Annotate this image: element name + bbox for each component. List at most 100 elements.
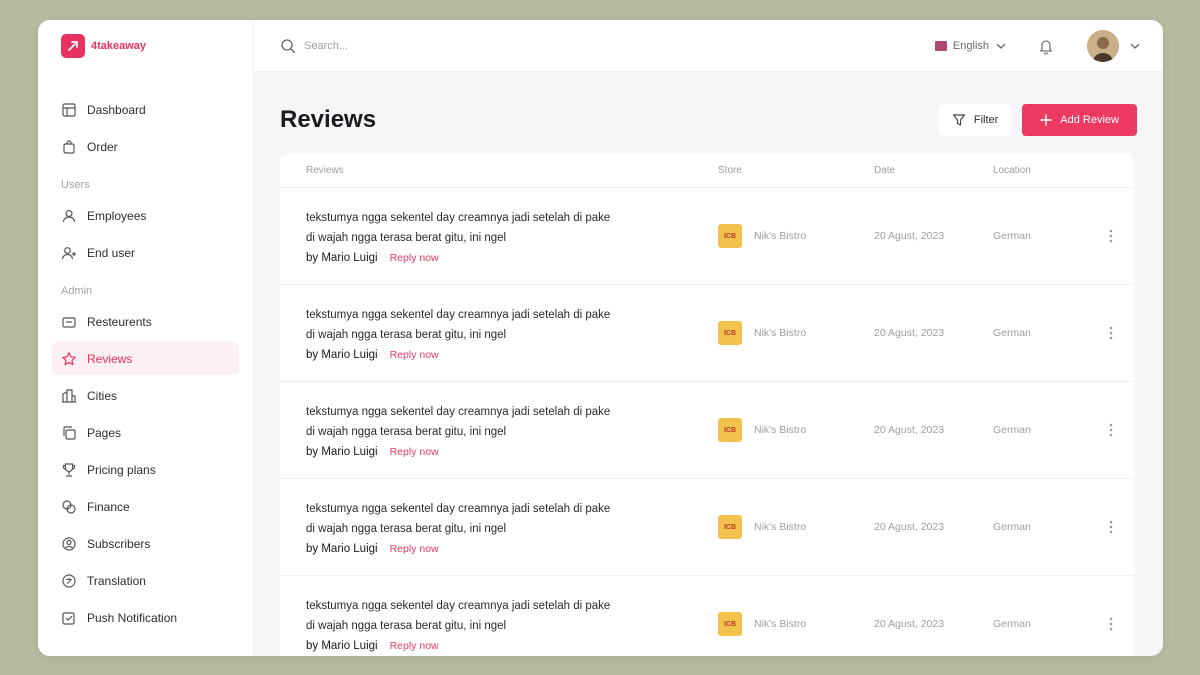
sidebar-item-reviews[interactable]: Reviews — [52, 342, 239, 375]
column-header-store[interactable]: Store — [718, 165, 874, 176]
review-location: German — [993, 521, 1031, 533]
store-name: Nik's Bistro — [754, 424, 807, 436]
table-row[interactable]: tekstumya ngga sekentel day creamnya jad… — [280, 479, 1134, 576]
row-actions[interactable] — [1088, 228, 1134, 244]
reply-now-link[interactable]: Reply now — [390, 543, 439, 555]
sidebar-item-translation[interactable]: Translation — [52, 564, 239, 597]
flag-icon — [934, 40, 947, 51]
bag-icon — [63, 139, 75, 154]
review-location: German — [993, 327, 1031, 339]
user-avatar-icon — [1087, 29, 1119, 62]
store-logo: ICB — [718, 612, 742, 636]
sidebar-item-finance[interactable]: Finance — [52, 490, 239, 523]
sidebar-item-label: Pages — [87, 425, 122, 440]
language-label: English — [952, 39, 989, 52]
app-window: 4takeaway Dashboard Order Users Employee… — [38, 20, 1163, 656]
account-chevron-down-icon[interactable] — [1129, 40, 1141, 52]
language-selector[interactable]: English — [934, 39, 1007, 52]
chevron-down-icon — [996, 43, 1006, 49]
sidebar-item-label: Cities — [87, 388, 118, 403]
sidebar-item-cities[interactable]: Cities — [52, 379, 239, 412]
store-cell: ICB Nik's Bistro — [718, 321, 874, 345]
review-text: tekstumya ngga sekentel day creamnya jad… — [306, 503, 611, 535]
review-author: by Mario Luigi — [306, 543, 378, 555]
filter-button[interactable]: Filter — [937, 104, 1013, 136]
user-icon — [62, 209, 76, 222]
row-actions[interactable] — [1088, 325, 1134, 341]
column-header-date[interactable]: Date — [874, 165, 993, 176]
review-meta: by Mario Luigi Reply now — [306, 446, 718, 458]
column-header-location[interactable]: Location — [993, 165, 1088, 176]
reply-now-link[interactable]: Reply now — [390, 446, 439, 458]
sidebar-item-subscribers[interactable]: Subscribers — [52, 527, 239, 560]
more-vertical-icon — [1109, 229, 1113, 243]
sidebar-item-dashboard[interactable]: Dashboard — [52, 93, 239, 126]
review-text: tekstumya ngga sekentel day creamnya jad… — [306, 309, 611, 341]
column-header-reviews[interactable]: Reviews — [280, 165, 718, 176]
table-row[interactable]: tekstumya ngga sekentel day creamnya jad… — [280, 188, 1134, 285]
reply-now-link[interactable]: Reply now — [390, 640, 439, 652]
subscribers-icon — [62, 536, 76, 551]
page-title: Reviews — [280, 106, 377, 133]
sidebar: 4takeaway Dashboard Order Users Employee… — [38, 20, 254, 656]
content: Reviews Filter Add Review Reviews Store … — [254, 72, 1163, 656]
review-text: tekstumya ngga sekentel day creamnya jad… — [306, 600, 611, 632]
review-meta: by Mario Luigi Reply now — [306, 252, 718, 264]
store-name: Nik's Bistro — [754, 618, 807, 630]
topbar: English — [254, 20, 1163, 72]
sidebar-item-pricing-plans[interactable]: Pricing plans — [52, 453, 239, 486]
store-cell: ICB Nik's Bistro — [718, 515, 874, 539]
add-review-label: Add Review — [1060, 114, 1119, 126]
reply-now-link[interactable]: Reply now — [390, 252, 439, 264]
more-vertical-icon — [1109, 326, 1113, 340]
sidebar-item-label: Resteurents — [87, 314, 152, 329]
sidebar-item-restaurants[interactable]: Resteurents — [52, 305, 239, 338]
search-input[interactable] — [304, 39, 544, 52]
brand[interactable]: 4takeaway — [52, 32, 239, 60]
avatar[interactable] — [1087, 29, 1119, 62]
row-actions[interactable] — [1088, 422, 1134, 438]
sidebar-item-push-notification[interactable]: Push Notification — [52, 601, 239, 634]
sidebar-item-label: Dashboard — [87, 102, 146, 117]
row-actions[interactable] — [1088, 616, 1134, 632]
sidebar-item-end-user[interactable]: End user — [52, 236, 239, 269]
add-review-button[interactable]: Add Review — [1022, 104, 1137, 136]
review-meta: by Mario Luigi Reply now — [306, 349, 718, 361]
star-icon — [62, 351, 76, 365]
review-author: by Mario Luigi — [306, 252, 378, 264]
review-text: tekstumya ngga sekentel day creamnya jad… — [306, 406, 611, 438]
review-location: German — [993, 230, 1031, 242]
sidebar-item-label: Pricing plans — [87, 462, 156, 477]
review-meta: by Mario Luigi Reply now — [306, 640, 718, 652]
plus-icon — [1040, 114, 1053, 126]
main-area: English Reviews Filter Add Review — [254, 20, 1163, 656]
finance-icon — [62, 499, 76, 514]
review-date: 20 Agust, 2023 — [874, 327, 945, 339]
review-author: by Mario Luigi — [306, 640, 378, 652]
row-actions[interactable] — [1088, 519, 1134, 535]
table-row[interactable]: tekstumya ngga sekentel day creamnya jad… — [280, 382, 1134, 479]
table-row[interactable]: tekstumya ngga sekentel day creamnya jad… — [280, 285, 1134, 382]
review-date: 20 Agust, 2023 — [874, 618, 945, 630]
section-label-admin: Admin — [61, 285, 93, 297]
trophy-icon — [62, 462, 76, 477]
store-logo: ICB — [718, 321, 742, 345]
reply-now-link[interactable]: Reply now — [390, 349, 439, 361]
notifications-button[interactable] — [1037, 37, 1055, 55]
sidebar-item-label: Push Notification — [87, 610, 178, 625]
sidebar-item-order[interactable]: Order — [52, 130, 239, 163]
review-cell: tekstumya ngga sekentel day creamnya jad… — [280, 305, 718, 361]
sidebar-item-pages[interactable]: Pages — [52, 416, 239, 449]
review-author: by Mario Luigi — [306, 349, 378, 361]
store-name: Nik's Bistro — [754, 327, 807, 339]
sidebar-item-label: Reviews — [87, 351, 133, 366]
dashboard-icon — [62, 102, 76, 117]
city-icon — [62, 388, 76, 403]
store-icon — [62, 316, 76, 328]
review-text: tekstumya ngga sekentel day creamnya jad… — [306, 212, 611, 244]
sidebar-item-employees[interactable]: Employees — [52, 199, 239, 232]
table-row[interactable]: tekstumya ngga sekentel day creamnya jad… — [280, 576, 1134, 656]
review-cell: tekstumya ngga sekentel day creamnya jad… — [280, 208, 718, 264]
more-vertical-icon — [1109, 423, 1113, 437]
sidebar-item-label: Order — [87, 139, 118, 154]
